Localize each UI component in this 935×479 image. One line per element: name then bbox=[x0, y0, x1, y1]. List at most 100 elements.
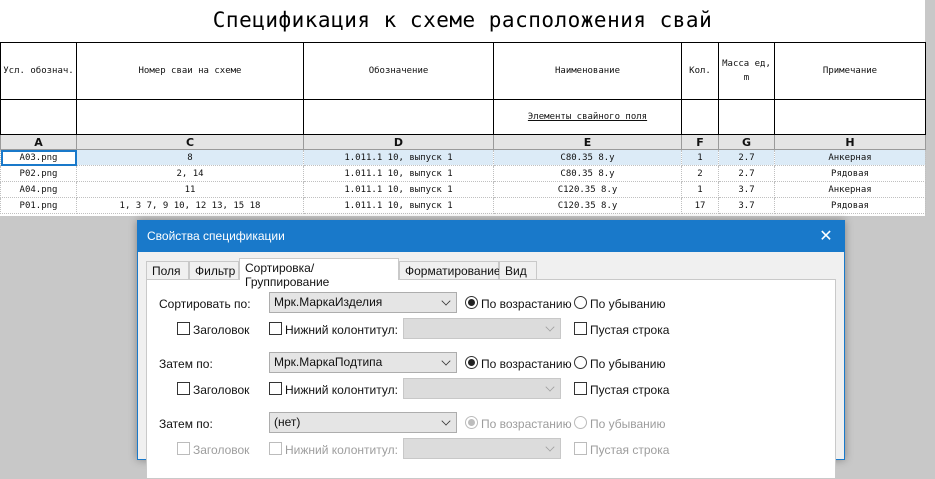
header-cell[interactable]: Примечание bbox=[774, 42, 926, 100]
tab-filter[interactable]: Фильтр bbox=[189, 261, 239, 280]
cell-g[interactable]: 2.7 bbox=[718, 149, 775, 166]
tab-fields[interactable]: Поля bbox=[146, 261, 189, 280]
column-letter[interactable]: H bbox=[774, 134, 926, 150]
header-label: Заголовок bbox=[193, 443, 250, 457]
schedule-title: Спецификация к схеме расположения свай bbox=[212, 8, 713, 32]
group-cell[interactable] bbox=[774, 99, 926, 135]
cell-h[interactable]: Анкерная bbox=[774, 149, 926, 166]
then-by-label: Затем по: bbox=[159, 357, 213, 371]
header-cell[interactable]: Усл. обознач. bbox=[0, 42, 77, 100]
header-checkbox[interactable] bbox=[177, 322, 190, 335]
table-row[interactable]: A04.png 11 1.011.1 10, выпуск 1 С120.35 … bbox=[0, 181, 926, 198]
dialog-title: Свойства спецификации bbox=[147, 229, 285, 243]
column-letter[interactable]: E bbox=[493, 134, 682, 150]
footer-checkbox[interactable] bbox=[269, 442, 282, 455]
blank-line-checkbox[interactable] bbox=[574, 382, 587, 395]
column-letter[interactable]: G bbox=[718, 134, 775, 150]
footer-checkbox[interactable] bbox=[269, 382, 282, 395]
cell-c[interactable]: 1, 3 7, 9 10, 12 13, 15 18 bbox=[76, 197, 304, 214]
cell-d[interactable]: 1.011.1 10, выпуск 1 bbox=[303, 165, 494, 182]
group-cell[interactable] bbox=[718, 99, 775, 135]
column-letter[interactable]: F bbox=[681, 134, 719, 150]
tab-formatting[interactable]: Форматирование bbox=[399, 261, 501, 280]
then-by-select[interactable]: Мрк.МаркаПодтипа bbox=[269, 352, 457, 373]
ascending-radio[interactable] bbox=[465, 416, 478, 429]
ascending-radio[interactable] bbox=[465, 296, 478, 309]
cell-g[interactable]: 3.7 bbox=[718, 197, 775, 214]
blank-line-label: Пустая строка bbox=[590, 323, 670, 337]
group-cell[interactable] bbox=[681, 99, 719, 135]
cell-f[interactable]: 2 bbox=[681, 165, 719, 182]
cell-c[interactable]: 11 bbox=[76, 181, 304, 198]
group-label: Элементы свайного поля bbox=[527, 112, 648, 122]
chevron-down-icon bbox=[545, 442, 555, 452]
dialog-titlebar[interactable]: Свойства спецификации ✕ bbox=[138, 221, 844, 252]
cell-h[interactable]: Рядовая bbox=[774, 165, 926, 182]
header-cell[interactable]: Масса ед, m bbox=[718, 42, 775, 100]
cell-e[interactable]: С120.35 8.у bbox=[493, 181, 682, 198]
sort-field-select[interactable]: Мрк.МаркаИзделия bbox=[269, 292, 457, 313]
cell-f[interactable]: 1 bbox=[681, 181, 719, 198]
descending-radio[interactable] bbox=[574, 356, 587, 369]
header-cell[interactable]: Обозначение bbox=[303, 42, 494, 100]
cell-e[interactable]: С80.35 8.у bbox=[493, 165, 682, 182]
cell-a[interactable]: P01.png bbox=[0, 197, 77, 214]
footer-select[interactable] bbox=[403, 438, 561, 459]
header-cell[interactable]: Наименование bbox=[493, 42, 682, 100]
ascending-label: По возрастанию bbox=[481, 357, 572, 371]
tab-view[interactable]: Вид bbox=[499, 261, 537, 280]
table-row[interactable]: A03.png 8 1.011.1 10, выпуск 1 С80.35 8.… bbox=[0, 149, 926, 166]
group-cell[interactable] bbox=[76, 99, 304, 135]
cell-h[interactable]: Анкерная bbox=[774, 181, 926, 198]
descending-radio[interactable] bbox=[574, 296, 587, 309]
descending-label: По убыванию bbox=[590, 297, 666, 311]
footer-select[interactable] bbox=[403, 318, 561, 339]
descending-label: По убыванию bbox=[590, 357, 666, 371]
cell-c[interactable]: 2, 14 bbox=[76, 165, 304, 182]
schedule-table: Усл. обознач. Номер сваи на схеме Обозна… bbox=[0, 42, 926, 214]
cell-d[interactable]: 1.011.1 10, выпуск 1 bbox=[303, 181, 494, 198]
cell-f[interactable]: 1 bbox=[681, 149, 719, 166]
header-checkbox[interactable] bbox=[177, 442, 190, 455]
table-row[interactable]: P01.png 1, 3 7, 9 10, 12 13, 15 18 1.011… bbox=[0, 197, 926, 214]
footer-select[interactable] bbox=[403, 378, 561, 399]
cell-a[interactable]: P02.png bbox=[0, 165, 77, 182]
header-row: Усл. обознач. Номер сваи на схеме Обозна… bbox=[0, 42, 926, 100]
cell-a[interactable]: A04.png bbox=[0, 181, 77, 198]
blank-line-checkbox[interactable] bbox=[574, 322, 587, 335]
footer-checkbox[interactable] bbox=[269, 322, 282, 335]
chevron-down-icon bbox=[441, 296, 451, 306]
group-cell[interactable] bbox=[0, 99, 77, 135]
cell-a[interactable]: A03.png bbox=[0, 149, 77, 166]
ascending-radio[interactable] bbox=[465, 356, 478, 369]
tab-sorting-grouping[interactable]: Сортировка/Группирование bbox=[239, 258, 399, 289]
cell-g[interactable]: 2.7 bbox=[718, 165, 775, 182]
cell-e[interactable]: С80.35 8.у bbox=[493, 149, 682, 166]
table-row[interactable]: P02.png 2, 14 1.011.1 10, выпуск 1 С80.3… bbox=[0, 165, 926, 182]
then-by-select[interactable]: (нет) bbox=[269, 412, 457, 433]
group-cell[interactable]: Элементы свайного поля bbox=[493, 99, 682, 135]
header-cell[interactable]: Номер сваи на схеме bbox=[76, 42, 304, 100]
cell-c[interactable]: 8 bbox=[76, 149, 304, 166]
then-by-value: (нет) bbox=[274, 415, 301, 429]
cell-d[interactable]: 1.011.1 10, выпуск 1 bbox=[303, 149, 494, 166]
blank-line-checkbox[interactable] bbox=[574, 442, 587, 455]
header-cell[interactable]: Кол. bbox=[681, 42, 719, 100]
descending-radio[interactable] bbox=[574, 416, 587, 429]
cell-d[interactable]: 1.011.1 10, выпуск 1 bbox=[303, 197, 494, 214]
then-by-label: Затем по: bbox=[159, 417, 213, 431]
group-cell[interactable] bbox=[303, 99, 494, 135]
column-letter[interactable]: C bbox=[76, 134, 304, 150]
header-label: Заголовок bbox=[193, 383, 250, 397]
cell-f[interactable]: 17 bbox=[681, 197, 719, 214]
ascending-label: По возрастанию bbox=[481, 417, 572, 431]
schedule-sheet: Спецификация к схеме расположения свай У… bbox=[0, 0, 926, 216]
column-letter[interactable]: A bbox=[0, 134, 77, 150]
header-checkbox[interactable] bbox=[177, 382, 190, 395]
cell-h[interactable]: Рядовая bbox=[774, 197, 926, 214]
cell-e[interactable]: С120.35 8.у bbox=[493, 197, 682, 214]
cell-g[interactable]: 3.7 bbox=[718, 181, 775, 198]
header-label: Заголовок bbox=[193, 323, 250, 337]
column-letter[interactable]: D bbox=[303, 134, 494, 150]
close-icon[interactable]: ✕ bbox=[816, 226, 836, 246]
